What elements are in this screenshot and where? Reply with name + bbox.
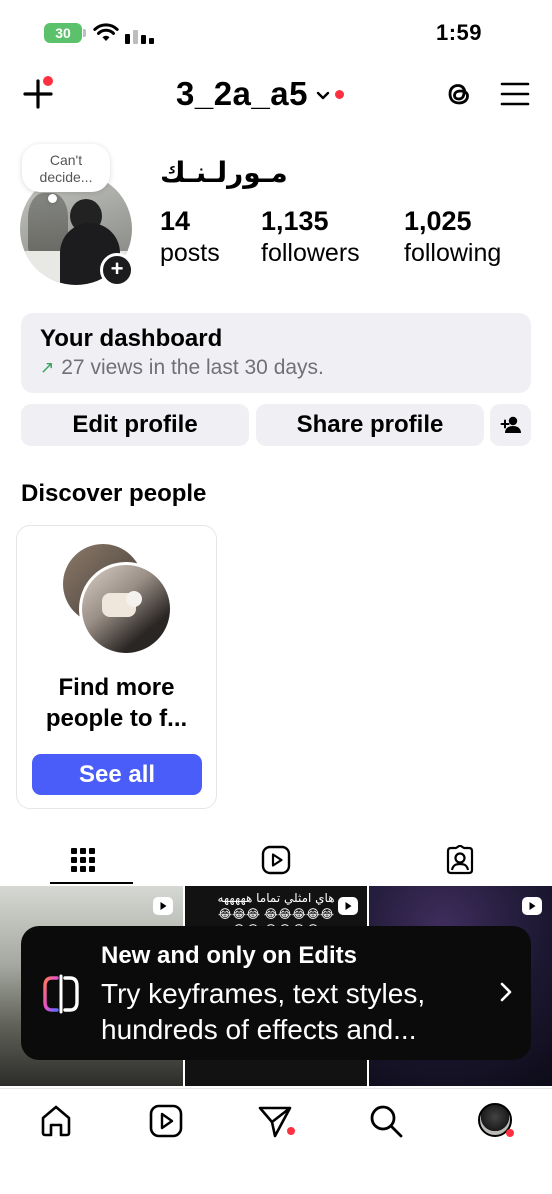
tab-reels[interactable] bbox=[184, 835, 368, 885]
signal-icon bbox=[125, 24, 157, 44]
grid-icon bbox=[71, 848, 95, 872]
reels-icon bbox=[261, 845, 291, 875]
bottom-nav bbox=[0, 1088, 552, 1194]
tab-grid[interactable] bbox=[0, 835, 184, 885]
stat-followers[interactable]: 1,135 followers bbox=[261, 206, 360, 270]
reels-icon[interactable] bbox=[148, 1103, 184, 1139]
chevron-down-icon bbox=[316, 91, 330, 100]
stat-value: 1,025 bbox=[404, 206, 472, 236]
stat-following[interactable]: 1,025 following bbox=[404, 206, 501, 270]
notification-dot bbox=[334, 89, 344, 99]
add-person-icon bbox=[500, 416, 521, 433]
dashboard-card[interactable]: Your dashboard ↗ 27 views in the last 30… bbox=[21, 313, 531, 393]
tagged-icon bbox=[446, 845, 474, 875]
promo-body: Try keyframes, text styles, hundreds of … bbox=[101, 978, 426, 1045]
stat-value: 14 bbox=[160, 206, 191, 236]
promo-title: New and only on Edits bbox=[101, 942, 358, 969]
note-bubble-tail bbox=[48, 194, 57, 203]
dashboard-title: Your dashboard bbox=[40, 325, 223, 352]
suggested-avatar bbox=[79, 562, 173, 656]
battery-level: 30 bbox=[55, 25, 71, 41]
notification-dot bbox=[287, 1127, 295, 1135]
reel-badge-icon bbox=[338, 897, 358, 915]
trend-up-icon: ↗ bbox=[40, 358, 55, 377]
stat-label: followers bbox=[261, 239, 360, 267]
reel-badge-icon bbox=[153, 897, 173, 915]
battery-indicator: 30 bbox=[44, 23, 82, 43]
search-icon[interactable] bbox=[368, 1103, 404, 1139]
stat-value: 1,135 bbox=[261, 206, 329, 236]
menu-icon[interactable] bbox=[500, 80, 530, 108]
see-all-button[interactable]: See all bbox=[32, 754, 202, 795]
username: 3_2a_a5 bbox=[176, 75, 308, 112]
wifi-icon bbox=[93, 23, 119, 41]
stat-posts[interactable]: 14 posts bbox=[160, 206, 220, 270]
discover-people-button[interactable] bbox=[490, 404, 531, 446]
home-icon[interactable] bbox=[38, 1103, 74, 1139]
add-story-button[interactable]: + bbox=[100, 253, 134, 287]
profile-header: 3_2a_a5 bbox=[0, 62, 552, 126]
edit-profile-button[interactable]: Edit profile bbox=[21, 404, 249, 446]
note-text: Can't decide... bbox=[39, 152, 93, 185]
suggestion-card[interactable]: Find more people to f... See all bbox=[16, 525, 217, 809]
tab-tagged[interactable] bbox=[368, 835, 552, 885]
display-name: مـورلـنـك bbox=[160, 157, 288, 188]
edits-logo-icon bbox=[43, 974, 79, 1014]
notification-dot bbox=[43, 76, 53, 86]
dashboard-subtitle: 27 views in the last 30 days. bbox=[61, 356, 324, 379]
suggestion-text: Find more people to f... bbox=[45, 674, 188, 732]
discover-people-title: Discover people bbox=[21, 480, 207, 507]
chevron-right-icon bbox=[500, 982, 512, 1002]
edits-promo-banner[interactable]: New and only on Edits Try keyframes, tex… bbox=[21, 926, 531, 1060]
status-bar: 30 1:59 bbox=[0, 0, 552, 62]
share-profile-button[interactable]: Share profile bbox=[256, 404, 484, 446]
stat-label: posts bbox=[160, 239, 220, 267]
notification-dot bbox=[506, 1129, 514, 1137]
reel-badge-icon bbox=[522, 897, 542, 915]
note-bubble[interactable]: Can't decide... bbox=[22, 144, 110, 192]
profile-tabs bbox=[0, 835, 552, 885]
account-switcher[interactable]: 3_2a_a5 bbox=[176, 74, 344, 114]
clock: 1:59 bbox=[435, 20, 482, 45]
battery-cap bbox=[83, 29, 86, 37]
active-tab-indicator bbox=[50, 882, 133, 884]
stat-label: following bbox=[404, 239, 502, 267]
threads-icon[interactable] bbox=[444, 78, 474, 110]
